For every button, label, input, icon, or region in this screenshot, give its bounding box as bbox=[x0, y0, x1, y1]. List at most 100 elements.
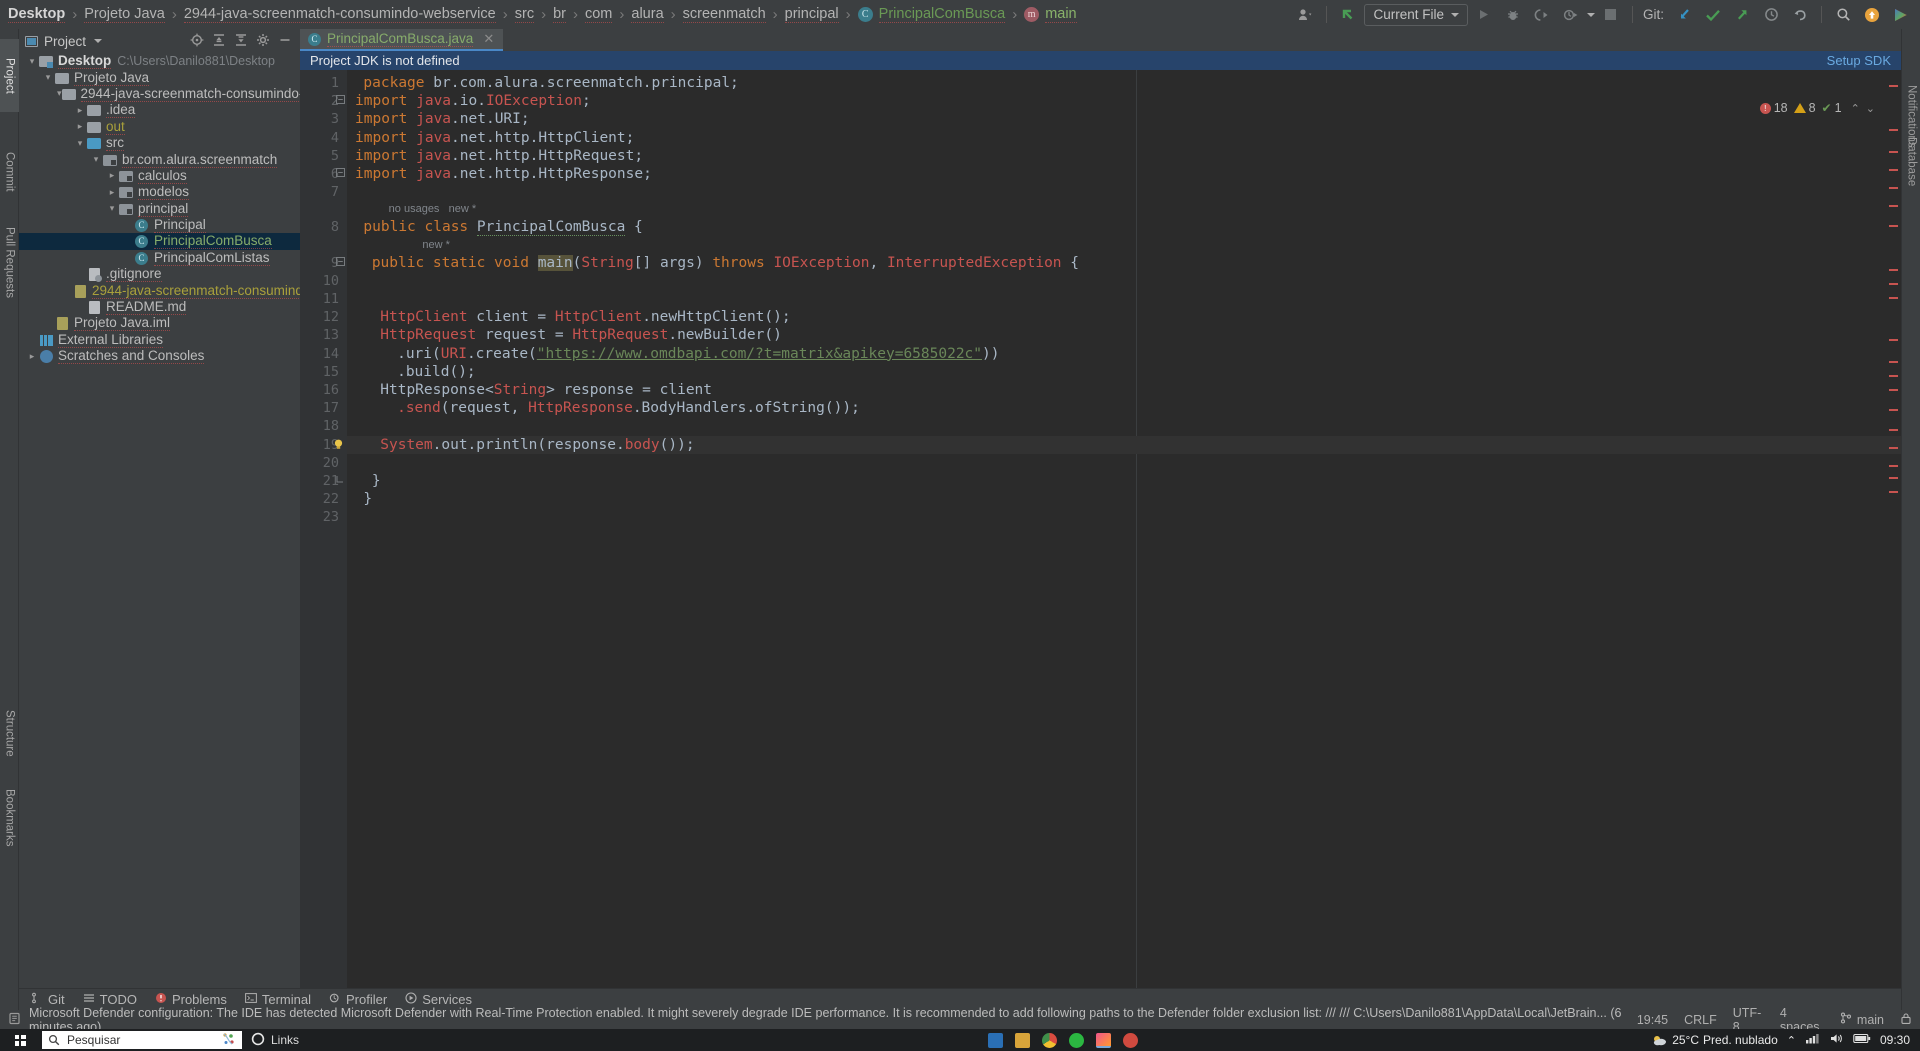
breadcrumb-item-alura[interactable]: alura bbox=[631, 6, 664, 23]
tree-node-out[interactable]: ▸ out bbox=[19, 119, 300, 135]
chevron-up-icon[interactable]: ⌃ bbox=[1851, 102, 1860, 115]
search-icon[interactable] bbox=[1830, 3, 1856, 27]
project-tree[interactable]: ▾ Desktop C:\Users\Danilo881\Desktop ▾ Proje… bbox=[19, 53, 300, 986]
error-stripe[interactable] bbox=[1889, 491, 1898, 493]
error-stripe[interactable] bbox=[1889, 375, 1898, 377]
git-pull-icon[interactable] bbox=[1671, 3, 1697, 27]
code-line[interactable]: .build(); bbox=[397, 364, 476, 380]
chevron-down-icon[interactable]: ▾ bbox=[89, 154, 103, 165]
tool-window-tab-project[interactable]: Project bbox=[0, 39, 19, 113]
tool-window-tab-bookmarks[interactable]: Bookmarks bbox=[0, 774, 19, 862]
lock-icon[interactable] bbox=[1900, 1012, 1912, 1028]
tree-node-principalcombusca[interactable]: C PrincipalComBusca bbox=[19, 233, 300, 250]
error-stripe[interactable] bbox=[1889, 389, 1898, 391]
minimize-icon[interactable] bbox=[278, 33, 292, 50]
tool-window-tab-structure[interactable]: Structure bbox=[0, 689, 19, 777]
code-line[interactable]: import java.net.http.HttpRequest; bbox=[355, 148, 643, 164]
error-stripe[interactable] bbox=[1889, 151, 1898, 153]
chevron-down-icon[interactable]: ▾ bbox=[73, 138, 87, 149]
error-stripe[interactable] bbox=[1889, 205, 1898, 207]
cortana-icon[interactable] bbox=[220, 1031, 236, 1050]
error-stripe[interactable] bbox=[1889, 187, 1898, 189]
tree-node--idea[interactable]: ▸ .idea bbox=[19, 102, 300, 119]
code-line[interactable]: public class PrincipalComBusca { bbox=[363, 219, 643, 237]
collapse-all-icon[interactable] bbox=[234, 33, 248, 50]
code-line[interactable]: public static void main(String[] args) t… bbox=[372, 254, 1079, 271]
code-line[interactable]: import java.net.http.HttpClient; bbox=[355, 130, 634, 146]
rollback-icon[interactable] bbox=[1787, 3, 1813, 27]
expand-all-icon[interactable] bbox=[212, 33, 226, 50]
chevron-down-icon[interactable]: ⌄ bbox=[1866, 102, 1875, 115]
tree-node-2944-java-screenmatch-consumindo-webservice-iml[interactable]: 2944-java-screenmatch-consumindo-webserv… bbox=[19, 282, 300, 299]
error-stripe[interactable] bbox=[1889, 429, 1898, 431]
error-stripe[interactable] bbox=[1889, 283, 1898, 285]
code-line[interactable]: import java.net.URI; bbox=[355, 111, 530, 127]
code-line[interactable]: } bbox=[372, 473, 381, 489]
intention-bulb-icon[interactable] bbox=[332, 438, 345, 451]
editor-gutter[interactable]: 1 2 3 4 5 6 7 8 9 10 11 12 13 14 15 16 17 18 19 20 21 22 23 bbox=[300, 70, 347, 1010]
breadcrumb-item-principal[interactable]: principal bbox=[784, 6, 839, 23]
inspection-widget[interactable]: ! 18 8 ✔ 1 ⌃ ⌄ bbox=[1759, 101, 1875, 115]
line-separator[interactable]: CRLF bbox=[1684, 1013, 1717, 1027]
tree-node-src[interactable]: ▾ src bbox=[19, 135, 300, 152]
stop-icon[interactable] bbox=[1598, 3, 1624, 27]
error-stripe[interactable] bbox=[1889, 447, 1898, 449]
error-stripe[interactable] bbox=[1889, 339, 1898, 341]
code-line[interactable]: import java.net.http.HttpResponse; bbox=[355, 166, 652, 182]
tree-node-projeto-java[interactable]: ▾ Projeto Java bbox=[19, 69, 300, 86]
user-profile-icon[interactable] bbox=[1292, 3, 1318, 27]
code-line[interactable]: .uri(URI.create("https://www.omdbapi.com… bbox=[397, 346, 999, 362]
git-branch-widget[interactable]: main bbox=[1840, 1012, 1884, 1027]
setup-sdk-link[interactable]: Setup SDK bbox=[1827, 53, 1891, 68]
notifications-icon[interactable] bbox=[1859, 3, 1885, 27]
tree-node--gitignore[interactable]: .gitignore bbox=[19, 266, 300, 283]
taskbar-search[interactable]: Pesquisar bbox=[42, 1031, 242, 1049]
event-log-icon[interactable] bbox=[8, 1012, 21, 1028]
chevron-down-icon[interactable] bbox=[1586, 12, 1595, 17]
error-stripe[interactable] bbox=[1889, 269, 1898, 271]
breadcrumb-item-screenmatch[interactable]: screenmatch bbox=[682, 6, 766, 23]
error-stripe[interactable] bbox=[1889, 169, 1898, 171]
tool-window-tab-database[interactable]: Database bbox=[1902, 124, 1920, 198]
tree-node-modelos[interactable]: ▸ modelos bbox=[19, 184, 300, 201]
update-arrow-icon[interactable] bbox=[1335, 3, 1361, 27]
code-line[interactable]: } bbox=[363, 491, 372, 507]
tree-node-principal[interactable]: C Principal bbox=[19, 217, 300, 234]
tree-node-principalcomlistas[interactable]: C PrincipalComListas bbox=[19, 250, 300, 266]
breadcrumb-item-principalcombusca[interactable]: C PrincipalComBusca bbox=[857, 6, 1006, 23]
close-icon[interactable]: ✕ bbox=[483, 31, 494, 47]
tree-node-desktop[interactable]: ▾ Desktop C:\Users\Danilo881\Desktop bbox=[19, 53, 300, 70]
tree-node-principal[interactable]: ▾ principal bbox=[19, 201, 300, 217]
inlay-hint[interactable]: no usages new * bbox=[389, 203, 476, 215]
coverage-icon[interactable] bbox=[1529, 3, 1555, 27]
media-icon[interactable] bbox=[1123, 1032, 1139, 1048]
code-line[interactable]: package br.com.alura.screenmatch.princip… bbox=[363, 75, 738, 91]
weather-widget[interactable]: 25°C Pred. nublado bbox=[1652, 1033, 1778, 1047]
tree-node-scratches-and-consoles[interactable]: ▸ Scratches and Consoles bbox=[19, 348, 300, 365]
fold-collapse-icon[interactable] bbox=[336, 256, 345, 269]
chevron-down-icon[interactable]: ▾ bbox=[41, 72, 55, 83]
code-line[interactable]: import java.io.IOException; bbox=[355, 93, 591, 109]
chrome-icon[interactable] bbox=[1042, 1032, 1058, 1048]
debug-icon[interactable] bbox=[1500, 3, 1526, 27]
locate-icon[interactable] bbox=[190, 33, 204, 50]
error-stripe[interactable] bbox=[1889, 297, 1898, 299]
tray-time[interactable]: 09:30 bbox=[1880, 1033, 1910, 1047]
chevron-right-icon[interactable]: ▸ bbox=[25, 351, 39, 362]
chevron-right-icon[interactable]: ▸ bbox=[105, 170, 119, 181]
code-line[interactable]: HttpRequest request = HttpRequest.newBui… bbox=[380, 327, 782, 343]
show-hidden-icon[interactable]: ⌃ bbox=[1787, 1034, 1796, 1047]
error-stripe[interactable] bbox=[1889, 85, 1898, 87]
fold-collapse-icon[interactable] bbox=[336, 95, 345, 107]
error-stripe[interactable] bbox=[1889, 477, 1898, 479]
tree-node-projeto-java-iml[interactable]: Projeto Java.iml bbox=[19, 315, 300, 332]
chevron-right-icon[interactable]: ▸ bbox=[105, 187, 119, 198]
tree-node-calculos[interactable]: ▸ calculos bbox=[19, 168, 300, 184]
tree-node-external-libraries[interactable]: External Libraries bbox=[19, 332, 300, 348]
volume-icon[interactable] bbox=[1829, 1032, 1844, 1048]
code-line[interactable]: System.out.println(response.body()); bbox=[380, 437, 694, 453]
breadcrumb-item-projeto-java[interactable]: Projeto Java bbox=[84, 6, 165, 23]
run-icon[interactable] bbox=[1471, 3, 1497, 27]
code-line[interactable]: .send(request, HttpResponse.BodyHandlers… bbox=[397, 400, 860, 416]
editor-tab-principalcombusca[interactable]: C PrincipalComBusca.java ✕ bbox=[300, 29, 504, 51]
